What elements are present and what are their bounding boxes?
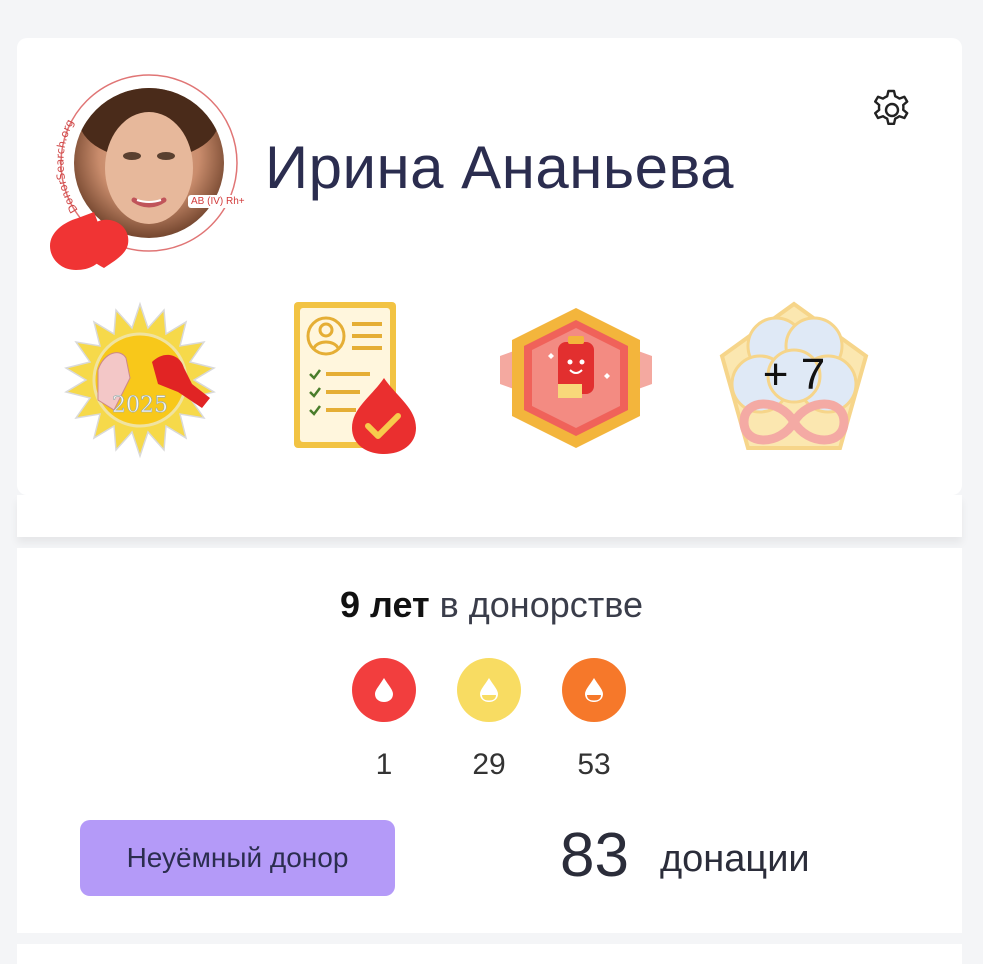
blood-drop-icon: [375, 678, 393, 702]
donor-status-badge[interactable]: Неуёмный донор: [80, 820, 395, 896]
document-blood-check-badge-icon: [294, 302, 416, 454]
blood-drops-icon: [50, 212, 129, 270]
whole-blood-donation-icon: [352, 658, 416, 722]
badge-document[interactable]: [280, 300, 440, 460]
donations-total: 83: [560, 821, 629, 890]
profile-card-divider: [17, 495, 962, 537]
badge-year-text: 2025: [112, 393, 168, 418]
badge-sun-2025[interactable]: 2025: [60, 300, 220, 460]
plasma-drop-icon: [480, 678, 498, 702]
sun-hands-2025-badge-icon: 2025: [64, 301, 216, 459]
plasma-donation-icon: [457, 658, 521, 722]
years-in-donation: 9 лет в донорстве: [0, 584, 983, 626]
next-card-edge: [17, 944, 962, 964]
years-label: в донорстве: [439, 584, 643, 625]
platelets-count: 53: [577, 748, 611, 781]
blood-bag-hexagon-badge-icon: [500, 308, 652, 448]
user-name: Ирина Ананьева: [265, 134, 735, 201]
plasma-count: 29: [472, 748, 506, 781]
more-badges-count: + 7: [762, 350, 826, 399]
settings-button[interactable]: [866, 82, 918, 134]
years-count: 9 лет: [340, 584, 430, 625]
donations-label: донации: [660, 838, 810, 880]
badge-blood-bag[interactable]: [496, 300, 656, 460]
gear-icon: [874, 89, 909, 125]
whole-blood-count: 1: [375, 748, 393, 781]
badge-more[interactable]: + 7: [714, 300, 874, 460]
platelets-donation-icon: [562, 658, 626, 722]
platelets-drop-icon: [585, 678, 603, 702]
blood-type-label: AB (IV) Rh+: [188, 195, 248, 208]
